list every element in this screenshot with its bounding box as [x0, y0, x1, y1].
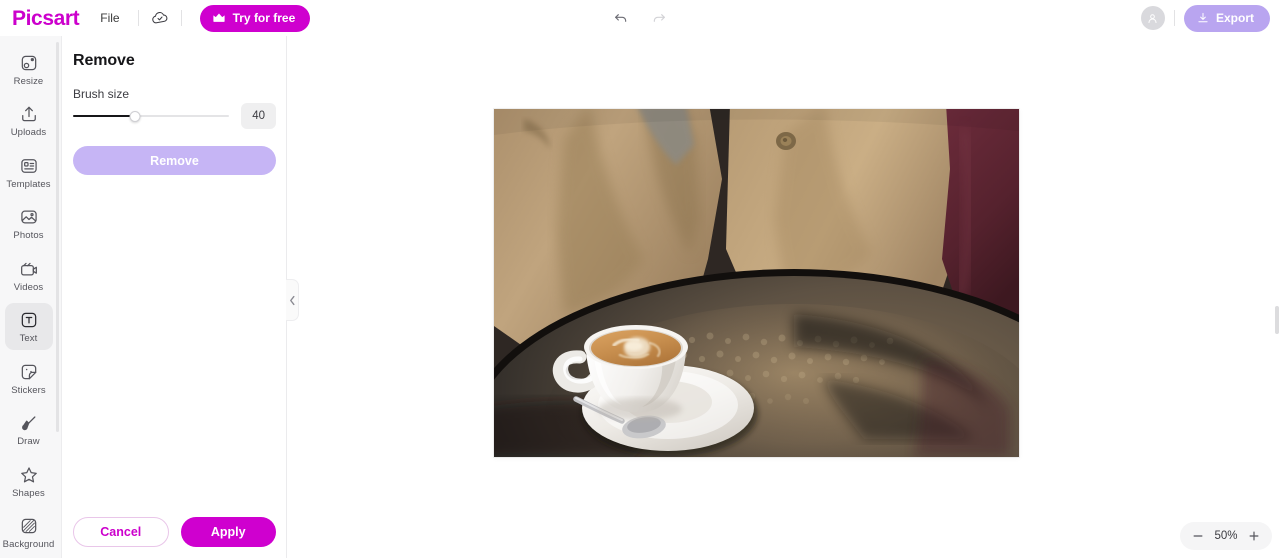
user-avatar-icon[interactable] — [1140, 6, 1165, 30]
brush-size-value[interactable]: 40 — [241, 103, 276, 129]
cloud-check-icon[interactable] — [148, 6, 172, 30]
sidebar-item-label: Videos — [13, 281, 44, 293]
history-controls — [608, 0, 672, 36]
sidebar-scrollbar[interactable] — [56, 42, 59, 432]
sidebar-item-text[interactable]: Text — [4, 303, 53, 350]
try-for-free-label: Try for free — [232, 11, 296, 25]
zoom-control: 50% — [1180, 522, 1272, 550]
brush-size-row: 40 — [73, 98, 276, 134]
tools-sidebar-scroll: Resize Uploads Templates Photos Videos T… — [0, 36, 57, 558]
sidebar-item-label: Templates — [6, 178, 51, 190]
sidebar-item-uploads[interactable]: Uploads — [5, 97, 53, 143]
header-left-group: Picsart File Try for free — [0, 4, 311, 32]
canvas-area[interactable]: 50% — [287, 36, 1280, 558]
upload-icon — [21, 107, 36, 122]
templates-icon — [20, 159, 37, 173]
header-divider-2 — [180, 10, 182, 26]
minus-icon — [1193, 535, 1203, 537]
file-menu[interactable]: File — [91, 6, 128, 30]
zoom-in-button[interactable] — [1246, 528, 1262, 544]
page-title: Remove — [73, 52, 135, 69]
crown-icon — [212, 13, 225, 22]
slider-fill — [73, 115, 136, 117]
header-divider-3 — [1173, 10, 1175, 26]
undo-arrow-icon[interactable] — [608, 5, 634, 31]
sidebar-item-stickers[interactable]: Stickers — [5, 355, 53, 401]
sidebar-item-label: Resize — [13, 76, 44, 87]
cancel-button[interactable]: Cancel — [73, 517, 169, 547]
panel-footer: Cancel Apply — [62, 517, 287, 558]
star-icon — [20, 466, 37, 482]
header-right-group: Export — [1140, 0, 1270, 36]
remove-button[interactable]: Remove — [73, 146, 276, 175]
sticker-icon — [21, 364, 36, 379]
sidebar-item-videos[interactable]: Videos — [5, 252, 53, 298]
slider-thumb[interactable] — [129, 110, 141, 122]
sidebar-item-templates[interactable]: Templates — [5, 149, 53, 195]
editing-image[interactable] — [494, 109, 1019, 457]
export-label: Export — [1215, 11, 1254, 25]
background-icon — [21, 518, 36, 534]
plus-icon — [1249, 531, 1259, 541]
panel-collapse-button[interactable] — [286, 279, 299, 321]
tools-sidebar: Resize Uploads Templates Photos Videos T… — [0, 36, 62, 558]
try-for-free-button[interactable]: Try for free — [199, 4, 311, 32]
text-icon — [21, 312, 36, 328]
zoom-level-value: 50% — [1214, 530, 1238, 542]
sidebar-item-background[interactable]: Background — [2, 509, 55, 555]
photo-icon — [20, 210, 37, 224]
header-divider-1 — [137, 10, 139, 26]
export-button[interactable]: Export — [1183, 4, 1270, 32]
brush-icon — [21, 416, 35, 431]
picsart-logo[interactable]: Picsart — [12, 8, 80, 29]
redo-arrow-icon[interactable] — [646, 5, 672, 31]
resize-icon — [21, 55, 36, 71]
sidebar-item-label: Uploads — [10, 127, 47, 139]
app-header: Picsart File Try for free Export — [0, 0, 1280, 36]
sidebar-item-label: Text — [19, 333, 38, 345]
canvas-scrollbar[interactable] — [1275, 306, 1279, 334]
image-frame — [494, 109, 1019, 457]
sidebar-item-label: Photos — [13, 230, 44, 242]
sidebar-item-label: Shapes — [12, 487, 45, 499]
download-icon — [1198, 12, 1208, 23]
sidebar-item-label: Draw — [17, 436, 40, 448]
remove-tool-panel: Remove Brush size 40 Remove Cancel Apply — [62, 36, 287, 558]
sidebar-item-photos[interactable]: Photos — [5, 200, 53, 246]
brush-size-slider[interactable] — [73, 109, 230, 123]
sidebar-item-resize[interactable]: Resize — [5, 46, 53, 92]
chevron-left-icon — [289, 295, 295, 305]
picsart-editor: Picsart File Try for free Export Resize … — [0, 0, 1280, 558]
sidebar-item-label: Background — [2, 538, 55, 550]
zoom-out-button[interactable] — [1190, 528, 1206, 544]
sidebar-item-shapes[interactable]: Shapes — [5, 458, 53, 504]
video-icon — [20, 262, 37, 276]
sidebar-item-draw[interactable]: Draw — [5, 406, 53, 452]
sidebar-item-label: Stickers — [11, 384, 46, 396]
apply-button[interactable]: Apply — [180, 517, 276, 547]
